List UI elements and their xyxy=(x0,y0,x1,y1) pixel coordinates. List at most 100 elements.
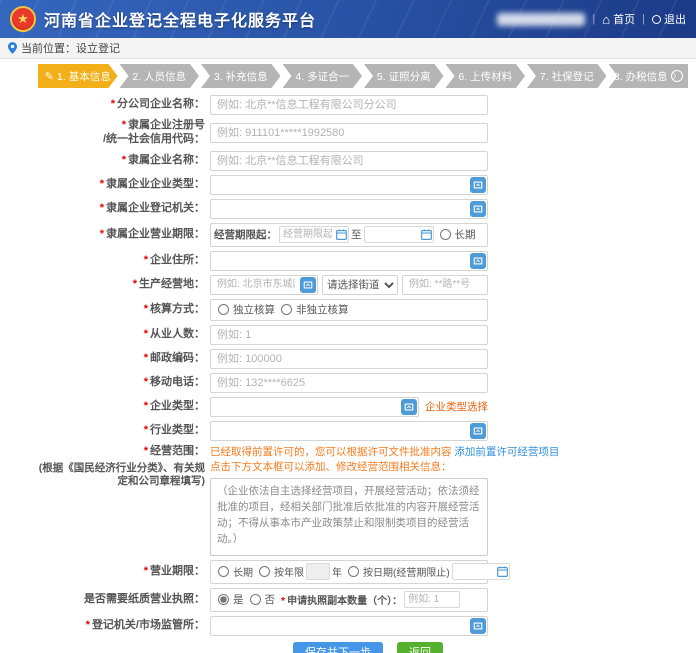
parent-term-long-label: 长期 xyxy=(455,227,476,242)
parent-authority-input[interactable] xyxy=(210,199,488,219)
browse-icon[interactable] xyxy=(470,618,486,634)
form-row: *隶属企业营业期限： 经营期限起： 至 长期 xyxy=(38,223,696,247)
mobile-input[interactable] xyxy=(210,373,488,393)
form-row: *企业住所： xyxy=(38,251,696,271)
business-scope-note: (根据《国民经济行业分类》、有关规定和公司章程填写) xyxy=(38,462,205,488)
save-next-button[interactable]: 保存并下一步 xyxy=(293,642,383,653)
required-asterisk: * xyxy=(144,303,148,315)
employees-label: 从业人数： xyxy=(150,328,205,340)
tab-label: 5. 证照分离 xyxy=(377,69,431,84)
tab-upload-materials[interactable]: 6. 上传材料 xyxy=(446,64,526,88)
header-separator: | xyxy=(592,13,595,25)
paper-yes-label: 是 xyxy=(233,592,244,607)
app-header: ★ 河南省企业登记全程电子化服务平台 | ⌂ 首页 | 退出 xyxy=(0,0,696,38)
paper-yes-radio[interactable] xyxy=(218,594,229,605)
paper-license-group: 是 否 *申请执照副本数量（个）： xyxy=(210,588,488,612)
browse-icon[interactable] xyxy=(470,177,486,193)
scope-hint-text2: 点击下方文本框可以添加、修改经营范围相关信息： xyxy=(210,460,559,475)
tab-supplementary-info[interactable]: 3. 补充信息 xyxy=(201,64,281,88)
browse-icon[interactable] xyxy=(470,201,486,217)
parent-code-label: 隶属企业注册号 xyxy=(128,119,205,131)
browse-icon[interactable] xyxy=(401,399,417,415)
accounting-group: 独立核算 非独立核算 xyxy=(210,299,488,321)
reg-authority-input[interactable] xyxy=(210,616,488,636)
parent-type-label: 隶属企业企业类型： xyxy=(106,178,205,190)
tab-label: 1. 基本信息 xyxy=(57,69,111,84)
required-asterisk: * xyxy=(144,328,148,340)
tab-social-security[interactable]: 7. 社保登记 xyxy=(527,64,607,88)
term-years-input[interactable] xyxy=(306,563,330,580)
form-row: *隶属企业企业类型： xyxy=(38,175,696,195)
calendar-icon[interactable] xyxy=(497,566,508,577)
required-asterisk: * xyxy=(281,595,285,607)
header-separator: | xyxy=(642,13,645,25)
browse-icon[interactable] xyxy=(300,277,316,293)
browse-icon[interactable] xyxy=(470,423,486,439)
back-button[interactable]: 返回 xyxy=(397,642,443,653)
branch-name-input[interactable] xyxy=(210,95,488,115)
employees-input[interactable] xyxy=(210,325,488,345)
more-steps-icon[interactable]: 〉 xyxy=(671,70,683,82)
term-date-radio[interactable] xyxy=(348,566,359,577)
required-asterisk: * xyxy=(100,228,104,240)
tab-label: 6. 上传材料 xyxy=(458,69,512,84)
home-link[interactable]: ⌂ 首页 xyxy=(602,11,635,27)
required-asterisk: * xyxy=(144,400,148,412)
browse-icon[interactable] xyxy=(470,253,486,269)
user-name-masked xyxy=(497,13,585,26)
company-type-select-link[interactable]: 企业类型选择 xyxy=(425,399,488,414)
breadcrumb: 当前位置：设立登记 xyxy=(21,40,120,56)
paper-no-radio[interactable] xyxy=(250,594,261,605)
power-icon xyxy=(652,15,661,24)
tab-label: 3. 补充信息 xyxy=(214,69,268,84)
page-title: 河南省企业登记全程电子化服务平台 xyxy=(44,7,316,31)
tab-label: 8. 办税信息 xyxy=(614,69,668,84)
industry-type-label: 行业类型： xyxy=(150,424,205,436)
form-row: *隶属企业名称： xyxy=(38,151,696,171)
tab-tax-info[interactable]: 8. 办税信息 〉 xyxy=(609,64,689,88)
paper-no-label: 否 xyxy=(265,592,276,607)
branch-name-label: 分公司企业名称： xyxy=(117,98,205,110)
parent-credit-code-input[interactable] xyxy=(210,123,488,143)
road-number-input[interactable] xyxy=(402,275,488,295)
form-row: *从业人数： xyxy=(38,325,696,345)
business-scope-textarea[interactable]: （企业依法自主选择经营项目，开展经营活动；依法须经批准的项目，经相关部门批准后依… xyxy=(210,478,488,556)
form-row: *行业类型： xyxy=(38,421,696,441)
logout-label: 退出 xyxy=(664,11,686,27)
street-select[interactable]: 请选择街道 xyxy=(322,275,398,295)
parent-name-input[interactable] xyxy=(210,151,488,171)
calendar-icon[interactable] xyxy=(336,229,347,240)
business-place-label: 生产经营地： xyxy=(139,278,205,290)
tab-multi-cert[interactable]: 4. 多证合一 xyxy=(283,64,363,88)
postcode-input[interactable] xyxy=(210,349,488,369)
basic-info-form: *分公司企业名称： *隶属企业注册号 /统一社会信用代码： *隶属企业名称： *… xyxy=(0,88,696,653)
tab-label: 4. 多证合一 xyxy=(295,69,349,84)
address-input[interactable] xyxy=(210,251,488,271)
tab-cert-separation[interactable]: 5. 证照分离 xyxy=(364,64,444,88)
non-independent-accounting-radio[interactable] xyxy=(281,304,292,315)
home-icon: ⌂ xyxy=(602,13,610,26)
mobile-label: 移动电话： xyxy=(150,376,205,388)
form-actions: 保存并下一步 返回 xyxy=(293,642,696,653)
form-row: *邮政编码： xyxy=(38,349,696,369)
parent-term-long-radio[interactable] xyxy=(440,229,451,240)
term-years-radio[interactable] xyxy=(259,566,270,577)
industry-type-input[interactable] xyxy=(210,421,488,441)
logout-link[interactable]: 退出 xyxy=(652,11,686,27)
parent-type-input[interactable] xyxy=(210,175,488,195)
company-type-input[interactable] xyxy=(210,397,419,417)
add-licensed-items-link[interactable]: 添加前置许可经营项目 xyxy=(454,446,559,458)
parent-name-label: 隶属企业名称： xyxy=(128,154,205,166)
paper-license-label: 是否需要纸质营业执照： xyxy=(84,593,205,605)
calendar-icon[interactable] xyxy=(421,229,432,240)
term-long-radio[interactable] xyxy=(218,566,229,577)
postcode-label: 邮政编码： xyxy=(150,352,205,364)
tab-personnel-info[interactable]: 2. 人员信息 xyxy=(120,64,200,88)
form-row: *登记机关/市场监管所： xyxy=(38,616,696,636)
required-asterisk: * xyxy=(100,178,104,190)
independent-accounting-radio[interactable] xyxy=(218,304,229,315)
tab-basic-info[interactable]: ✎ 1. 基本信息 xyxy=(38,64,118,88)
term-to-label: 至 xyxy=(351,227,362,242)
copies-input[interactable] xyxy=(404,591,460,608)
independent-accounting-label: 独立核算 xyxy=(233,302,275,317)
